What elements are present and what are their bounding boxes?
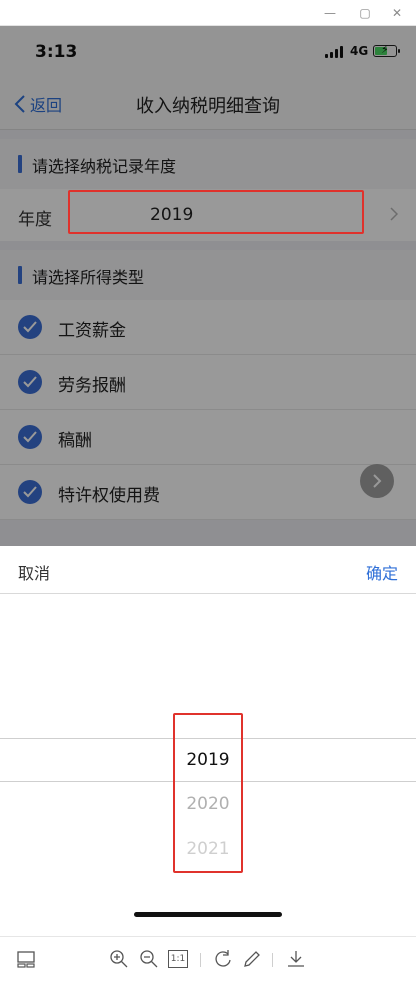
picker-highlight xyxy=(173,713,243,873)
actual-size-button[interactable]: 1:1 xyxy=(168,950,188,968)
minimize-icon[interactable]: — xyxy=(321,4,339,22)
year-field-highlight xyxy=(68,190,364,234)
viewer-toolbar: 1:1 xyxy=(0,936,416,988)
viewer-title-bar: — ▢ ✕ xyxy=(0,0,416,26)
confirm-button[interactable]: 确定 xyxy=(366,560,398,584)
home-indicator xyxy=(134,912,282,917)
toolbar-divider xyxy=(272,953,273,967)
picker-toolbar: 取消 确定 xyxy=(0,546,416,594)
zoom-in-icon[interactable] xyxy=(108,948,130,970)
phone-screen: 3:13 4G ⚡ 返回 收入纳税明细查询 请选择纳税记录年度 年度 2019 xyxy=(0,26,416,936)
download-icon[interactable] xyxy=(285,948,307,970)
rotate-icon[interactable] xyxy=(212,948,234,970)
edit-icon[interactable] xyxy=(241,948,263,970)
toolbar-divider xyxy=(200,953,201,967)
cancel-button[interactable]: 取消 xyxy=(18,560,50,584)
maximize-icon[interactable]: ▢ xyxy=(356,4,374,22)
thumbnail-icon[interactable] xyxy=(15,948,37,970)
close-icon[interactable]: ✕ xyxy=(388,4,406,22)
modal-overlay[interactable] xyxy=(0,26,416,546)
zoom-out-icon[interactable] xyxy=(138,948,160,970)
year-picker-sheet: 取消 确定 2019 2020 2021 xyxy=(0,546,416,936)
